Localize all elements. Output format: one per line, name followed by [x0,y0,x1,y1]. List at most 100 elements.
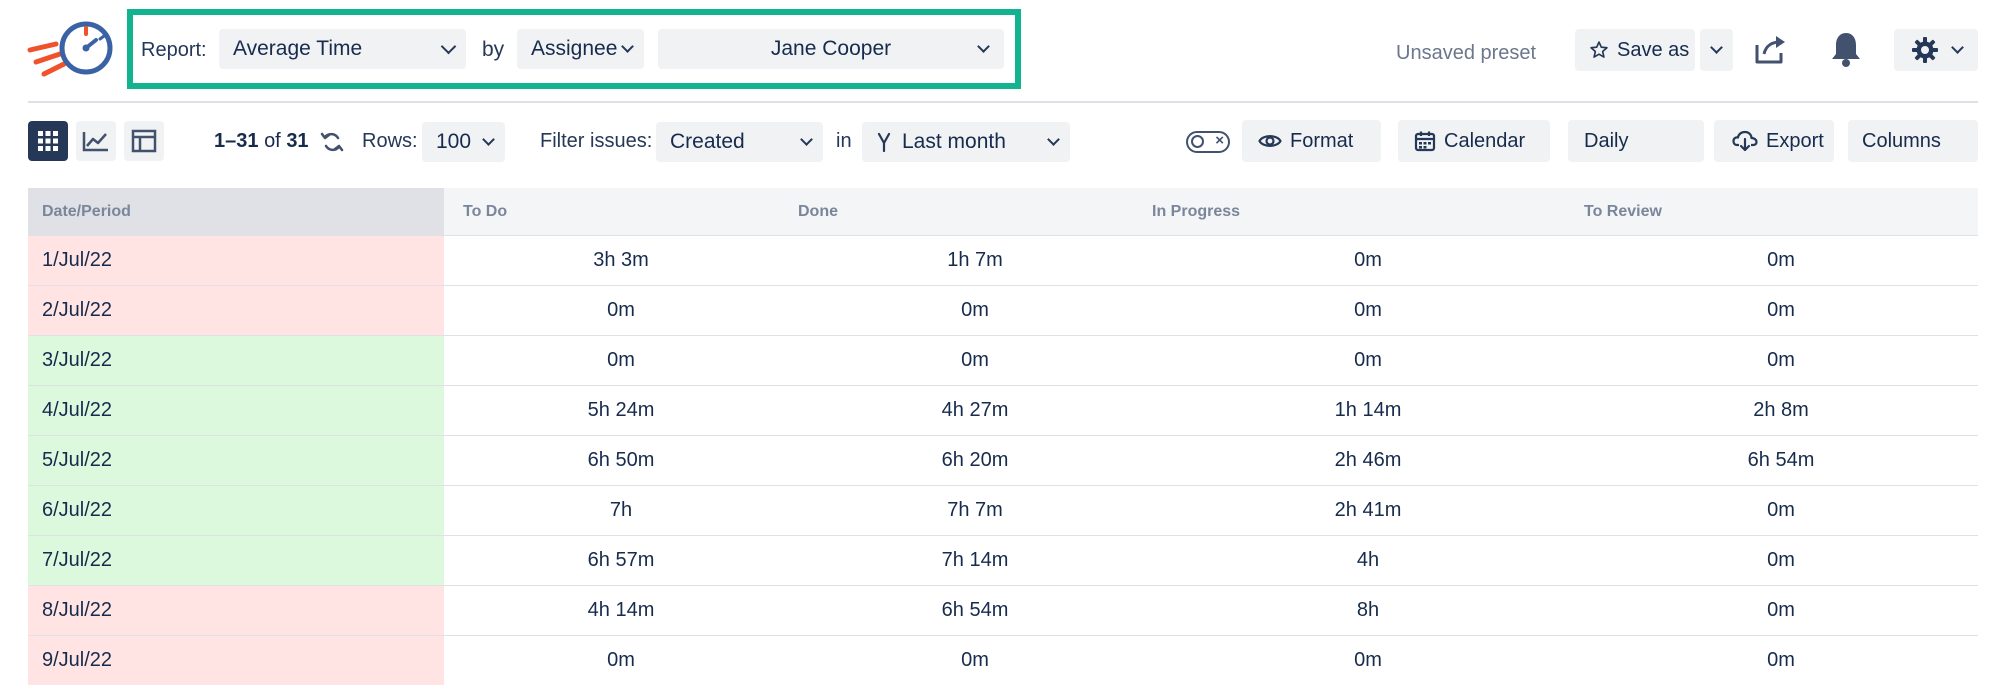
rows-per-page-dropdown[interactable]: 100 [422,122,505,162]
table-body: 1/Jul/22 3h 3m 1h 7m 0m 0m 2/Jul/22 0m 0m 0m 0m 3/… [28,236,1978,685]
table-row: 3/Jul/22 0m 0m 0m 0m [28,336,1978,386]
time-cell: 7h [609,499,633,521]
chevron-down-icon [1950,41,1964,54]
save-as-label: Save as [1617,38,1690,61]
period-value: Last month [902,130,1006,153]
columns-dropdown[interactable]: Columns [1848,120,1978,162]
report-type-dropdown[interactable]: Average Time [219,29,466,69]
granularity-dropdown[interactable]: Daily [1568,120,1704,162]
format-label: Format [1290,129,1354,152]
date-cell: 2/Jul/22 [28,286,444,335]
filter-field-dropdown[interactable]: Created [656,122,823,162]
time-cell: 4h 27m [941,399,1009,421]
bell-icon[interactable] [1830,30,1862,73]
time-cell: 0m [961,349,989,371]
time-cell: 2h 8m [1753,399,1809,421]
column-header-in-progress[interactable]: In Progress [1152,188,1584,235]
time-cell: 0m [961,649,989,671]
pivot-view-button[interactable] [124,121,164,161]
date-cell: 8/Jul/22 [28,586,444,635]
date-cell: 3/Jul/22 [28,336,444,385]
star-icon [1590,41,1608,58]
time-cell: 0m [607,349,635,371]
line-chart-icon [82,132,108,152]
column-header-to-do[interactable]: To Do [444,188,798,235]
settings-button[interactable] [1894,29,1978,71]
table-row: 9/Jul/22 0m 0m 0m 0m [28,636,1978,685]
calendar-button[interactable]: Calendar [1398,120,1550,162]
calendar-icon [1414,131,1436,152]
table-row: 2/Jul/22 0m 0m 0m 0m [28,286,1978,336]
time-cell: 4h 14m [587,599,655,621]
chart-view-button[interactable] [76,121,116,161]
eye-icon [1258,135,1282,147]
time-cell: 6h 20m [941,449,1009,471]
format-button[interactable]: Format [1242,120,1381,162]
filter-issues-label: Filter issues: [540,130,653,152]
granularity-value: Daily [1584,129,1629,152]
time-cell: 7h 7m [947,499,1003,521]
table-header-row: Date/Period To Do Done In Progress To Re… [28,188,1978,236]
time-cell: 0m [1767,549,1795,571]
column-header-done[interactable]: Done [798,188,1152,235]
time-cell: 1h 14m [1334,399,1402,421]
refresh-icon[interactable] [320,130,344,159]
column-header-to-review[interactable]: To Review [1584,188,1978,235]
time-cell: 0m [1354,299,1382,321]
share-icon[interactable] [1754,33,1790,70]
time-cell: 0m [1354,349,1382,371]
time-cell: 4h [1356,549,1380,571]
count-total: 31 [286,130,309,152]
close-icon: × [1215,132,1224,149]
export-label: Export [1766,129,1824,152]
assignee-value: Jane Cooper [770,37,892,60]
date-cell: 4/Jul/22 [28,386,444,435]
time-cell: 0m [1354,649,1382,671]
table-row: 1/Jul/22 3h 3m 1h 7m 0m 0m [28,236,1978,286]
date-cell: 5/Jul/22 [28,436,444,485]
group-by-dropdown[interactable]: Assignee [517,29,644,69]
chevron-down-icon [1047,133,1060,146]
table-row: 4/Jul/22 5h 24m 4h 27m 1h 14m 2h 8m [28,386,1978,436]
time-cell: 0m [1767,599,1795,621]
table-layout-icon [131,129,157,153]
grid-view-button[interactable] [28,121,68,161]
date-cell: 9/Jul/22 [28,636,444,685]
rows-value: 100 [436,130,472,153]
date-cell: 7/Jul/22 [28,536,444,585]
time-cell: 6h 57m [587,549,655,571]
save-as-menu-button[interactable] [1700,29,1733,71]
time-cell: 0m [1767,249,1795,271]
time-cell: 0m [1767,299,1795,321]
report-table: Date/Period To Do Done In Progress To Re… [28,188,1978,685]
group-by-value: Assignee [531,37,618,60]
toggle-knob [1191,135,1204,148]
in-label: in [836,130,852,152]
chevron-down-icon [621,40,634,53]
app-logo [26,16,118,88]
time-cell: 0m [1767,649,1795,671]
cloud-download-icon [1732,130,1758,152]
time-cell: 7h 14m [941,549,1009,571]
highlight-toggle[interactable]: × [1186,131,1230,153]
table-row: 5/Jul/22 6h 50m 6h 20m 2h 46m 6h 54m [28,436,1978,486]
time-cell: 0m [607,299,635,321]
time-cell: 0m [1354,249,1382,271]
time-cell: 6h 54m [941,599,1009,621]
chevron-down-icon [482,133,495,146]
save-as-button[interactable]: Save as [1575,29,1695,71]
export-button[interactable]: Export [1714,120,1834,162]
rows-label: Rows: [362,130,418,152]
chevron-down-icon [977,40,990,53]
time-cell: 6h 50m [587,449,655,471]
assignee-dropdown[interactable]: Jane Cooper [658,29,1004,69]
header-divider [28,101,1978,103]
count-of: of [264,130,281,152]
chevron-down-icon [800,133,813,146]
period-dropdown[interactable]: Last month [862,122,1070,162]
results-count: 1–31 of 31 [214,130,309,153]
report-label: Report: [141,39,207,61]
column-header-date[interactable]: Date/Period [28,188,444,235]
columns-label: Columns [1862,129,1941,152]
grid-icon [38,131,58,151]
